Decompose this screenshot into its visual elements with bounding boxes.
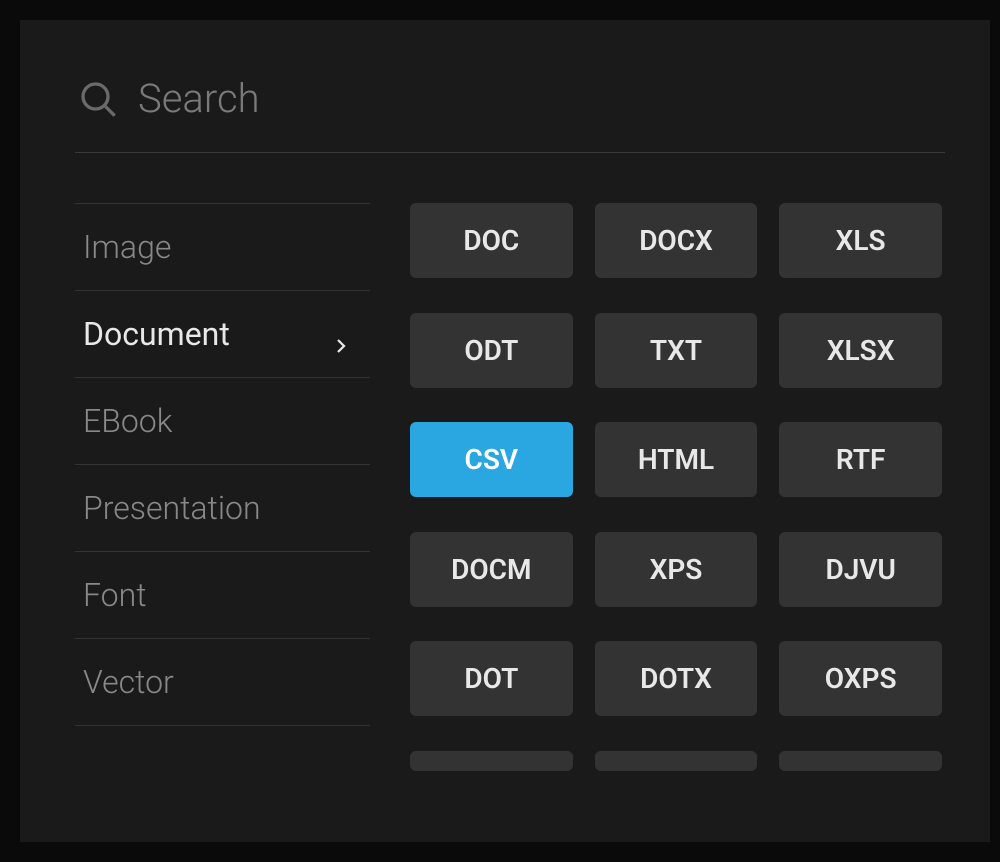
format-button-odt[interactable]: ODT [410, 313, 573, 388]
sidebar-item-label: EBook [83, 402, 172, 440]
format-button-docm[interactable]: DOCM [410, 532, 573, 607]
category-sidebar: Image Document EBook Presentation Font V… [20, 203, 370, 783]
format-button-partial[interactable] [410, 751, 573, 771]
format-button-html[interactable]: HTML [595, 422, 758, 497]
sidebar-item-label: Vector [83, 663, 174, 701]
search-bar [20, 20, 990, 152]
sidebar-item-image[interactable]: Image [75, 203, 370, 291]
format-grid[interactable]: DOC DOCX XLS ODT TXT XLSX CSV HTML RTF D… [410, 203, 960, 783]
format-button-doc[interactable]: DOC [410, 203, 573, 278]
format-button-partial[interactable] [595, 751, 758, 771]
content-area: Image Document EBook Presentation Font V… [20, 153, 990, 783]
sidebar-item-label: Document [83, 315, 230, 353]
chevron-right-icon [332, 325, 350, 343]
format-button-dot[interactable]: DOT [410, 641, 573, 716]
format-picker-panel: Image Document EBook Presentation Font V… [20, 20, 990, 842]
format-button-csv[interactable]: CSV [410, 422, 573, 497]
format-button-rtf[interactable]: RTF [779, 422, 942, 497]
format-button-dotx[interactable]: DOTX [595, 641, 758, 716]
format-button-txt[interactable]: TXT [595, 313, 758, 388]
sidebar-item-document[interactable]: Document [75, 291, 370, 378]
sidebar-item-ebook[interactable]: EBook [75, 378, 370, 465]
format-button-oxps[interactable]: OXPS [779, 641, 942, 716]
sidebar-item-presentation[interactable]: Presentation [75, 465, 370, 552]
format-button-docx[interactable]: DOCX [595, 203, 758, 278]
sidebar-item-label: Presentation [83, 489, 261, 527]
format-button-xls[interactable]: XLS [779, 203, 942, 278]
search-input[interactable] [138, 75, 940, 122]
format-button-djvu[interactable]: DJVU [779, 532, 942, 607]
format-grid-wrapper: DOC DOCX XLS ODT TXT XLSX CSV HTML RTF D… [370, 203, 990, 783]
sidebar-item-vector[interactable]: Vector [75, 639, 370, 726]
sidebar-item-font[interactable]: Font [75, 552, 370, 639]
format-button-partial[interactable] [779, 751, 942, 771]
sidebar-item-label: Image [83, 228, 171, 266]
format-button-xps[interactable]: XPS [595, 532, 758, 607]
search-icon [78, 79, 118, 119]
sidebar-item-label: Font [83, 576, 147, 614]
format-button-xlsx[interactable]: XLSX [779, 313, 942, 388]
